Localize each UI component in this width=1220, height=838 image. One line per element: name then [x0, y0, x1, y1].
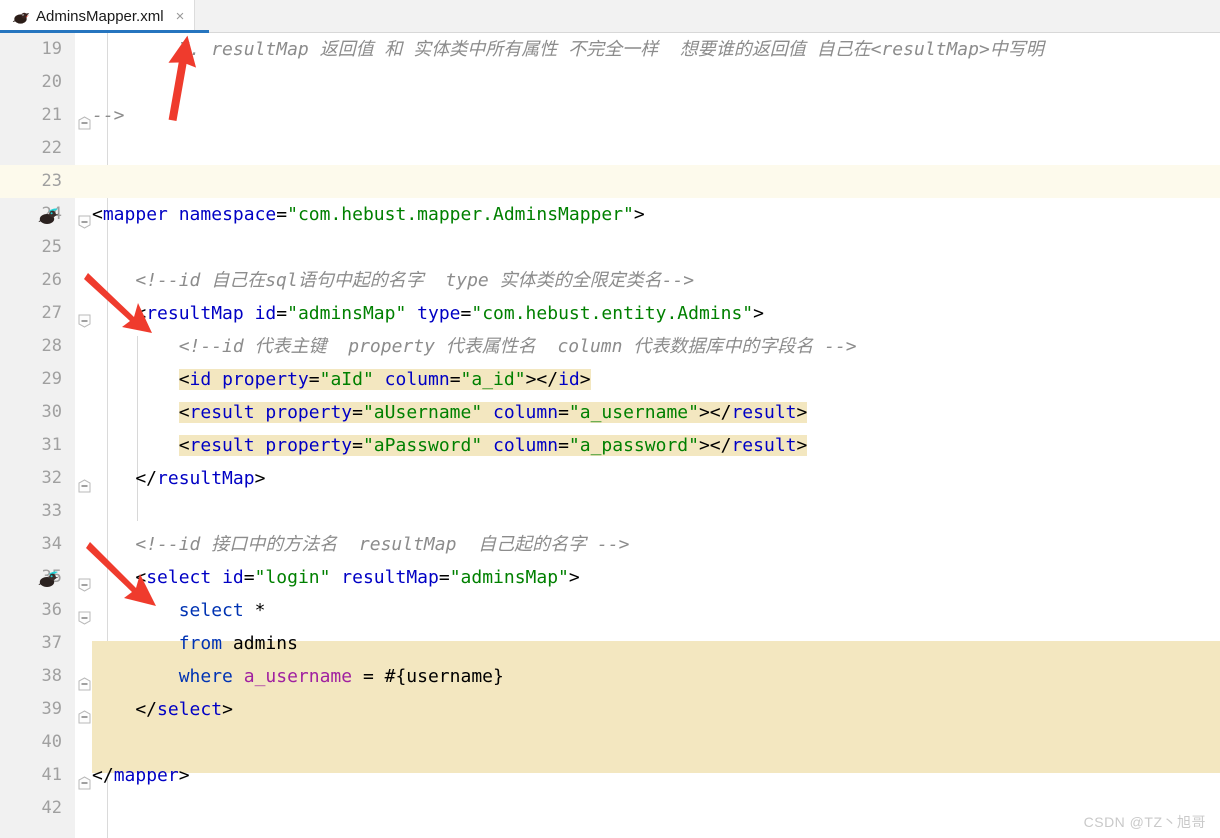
line-number-28: 28	[41, 336, 62, 356]
line-content-21[interactable]: -->	[92, 99, 125, 132]
line-content-39[interactable]: </select>	[92, 693, 233, 726]
line-content-38[interactable]: where a_username = #{username}	[92, 660, 504, 693]
line-number-36: 36	[41, 600, 62, 620]
line-number-37: 37	[41, 633, 62, 653]
line-number-27: 27	[41, 303, 62, 323]
line-number-39: 39	[41, 699, 62, 719]
arrow-to-resultMap-tag	[84, 273, 152, 333]
line-content-30[interactable]: <result property="aUsername" column="a_u…	[92, 396, 808, 429]
fold-collapse-icon[interactable]	[78, 611, 91, 625]
editor-line-28[interactable]: 28 <!--id 代表主键 property 代表属性名 column 代表数…	[0, 330, 1220, 363]
line-content-34[interactable]: <!--id 接口中的方法名 resultMap 自己起的名字 -->	[92, 528, 629, 561]
line-number-23: 23	[41, 171, 62, 191]
editor-line-39[interactable]: 39 </select>	[0, 693, 1220, 726]
editor-line-22[interactable]: 22	[0, 132, 1220, 165]
editor-line-31[interactable]: 31 <result property="aPassword" column="…	[0, 429, 1220, 462]
arrow-to-resultMap-comment	[168, 35, 197, 122]
line-number-29: 29	[41, 369, 62, 389]
line-content-32[interactable]: </resultMap>	[92, 462, 265, 495]
editor-line-37[interactable]: 37 from admins	[0, 627, 1220, 660]
editor-line-38[interactable]: 38 where a_username = #{username}	[0, 660, 1220, 693]
editor-line-25[interactable]: 25	[0, 231, 1220, 264]
tab-adminsmapper-xml[interactable]: AdminsMapper.xml ×	[0, 0, 195, 33]
line-number-32: 32	[41, 468, 62, 488]
line-number-31: 31	[41, 435, 62, 455]
line-content-37[interactable]: from admins	[92, 627, 298, 660]
fold-collapse-icon[interactable]	[78, 215, 91, 229]
fold-collapse-icon[interactable]	[78, 776, 91, 790]
close-icon[interactable]: ×	[173, 9, 188, 24]
mybatis-bird-icon[interactable]	[38, 206, 60, 226]
fold-collapse-icon[interactable]	[78, 677, 91, 691]
editor-line-27[interactable]: 27 <resultMap id="adminsMap" type="com.h…	[0, 297, 1220, 330]
line-number-19: 19	[41, 39, 62, 59]
line-number-26: 26	[41, 270, 62, 290]
fold-collapse-icon[interactable]	[78, 710, 91, 724]
line-number-21: 21	[41, 105, 62, 125]
caret-line-highlight	[0, 165, 1220, 198]
fold-collapse-icon[interactable]	[78, 116, 91, 130]
tab-label: AdminsMapper.xml	[36, 8, 164, 25]
line-number-40: 40	[41, 732, 62, 752]
arrow-to-select-tag	[86, 542, 156, 606]
editor-line-30[interactable]: 30 <result property="aUsername" column="…	[0, 396, 1220, 429]
editor-line-29[interactable]: 29 <id property="aId" column="a_id"></id…	[0, 363, 1220, 396]
line-number-41: 41	[41, 765, 62, 785]
line-number-30: 30	[41, 402, 62, 422]
editor-line-33[interactable]: 33	[0, 495, 1220, 528]
xml-file-icon	[12, 12, 30, 24]
editor-line-36[interactable]: 36 select *	[0, 594, 1220, 627]
line-content-27[interactable]: <resultMap id="adminsMap" type="com.hebu…	[92, 297, 764, 330]
line-content-24[interactable]: <mapper namespace="com.hebust.mapper.Adm…	[92, 198, 645, 231]
line-content-28[interactable]: <!--id 代表主键 property 代表属性名 column 代表数据库中…	[92, 330, 857, 363]
line-number-38: 38	[41, 666, 62, 686]
watermark: CSDN @TZ丶旭哥	[1083, 814, 1206, 830]
editor-line-35[interactable]: 35 <select id="login" resultMap="adminsM…	[0, 561, 1220, 594]
editor-line-26[interactable]: 26 <!--id 自己在sql语句中起的名字 type 实体类的全限定类名--…	[0, 264, 1220, 297]
line-number-22: 22	[41, 138, 62, 158]
line-number-42: 42	[41, 798, 62, 818]
line-number-20: 20	[41, 72, 62, 92]
mybatis-bird-icon[interactable]	[38, 569, 60, 589]
line-content-29[interactable]: <id property="aId" column="a_id"></id>	[92, 363, 591, 396]
editor-line-42[interactable]: 42	[0, 792, 1220, 825]
editor-line-34[interactable]: 34 <!--id 接口中的方法名 resultMap 自己起的名字 -->	[0, 528, 1220, 561]
editor-line-23[interactable]: 23	[0, 165, 1220, 198]
line-content-31[interactable]: <result property="aPassword" column="a_p…	[92, 429, 808, 462]
editor-tab-bar: AdminsMapper.xml ×	[0, 0, 1220, 33]
line-content-19[interactable]: 7. resultMap 返回值 和 实体类中所有属性 不完全一样 想要谁的返回…	[92, 33, 1044, 66]
line-number-25: 25	[41, 237, 62, 257]
editor-line-40[interactable]: 40	[0, 726, 1220, 759]
line-number-33: 33	[41, 501, 62, 521]
line-content-41[interactable]: </mapper>	[92, 759, 190, 792]
fold-collapse-icon[interactable]	[78, 479, 91, 493]
editor-line-32[interactable]: 32 </resultMap>	[0, 462, 1220, 495]
line-number-34: 34	[41, 534, 62, 554]
code-editor[interactable]: 19 7. resultMap 返回值 和 实体类中所有属性 不完全一样 想要谁…	[0, 33, 1220, 838]
editor-line-24[interactable]: 24 <mapper namespace="com.hebust.mapper.…	[0, 198, 1220, 231]
line-content-26[interactable]: <!--id 自己在sql语句中起的名字 type 实体类的全限定类名-->	[92, 264, 694, 297]
editor-line-41[interactable]: 41 </mapper>	[0, 759, 1220, 792]
